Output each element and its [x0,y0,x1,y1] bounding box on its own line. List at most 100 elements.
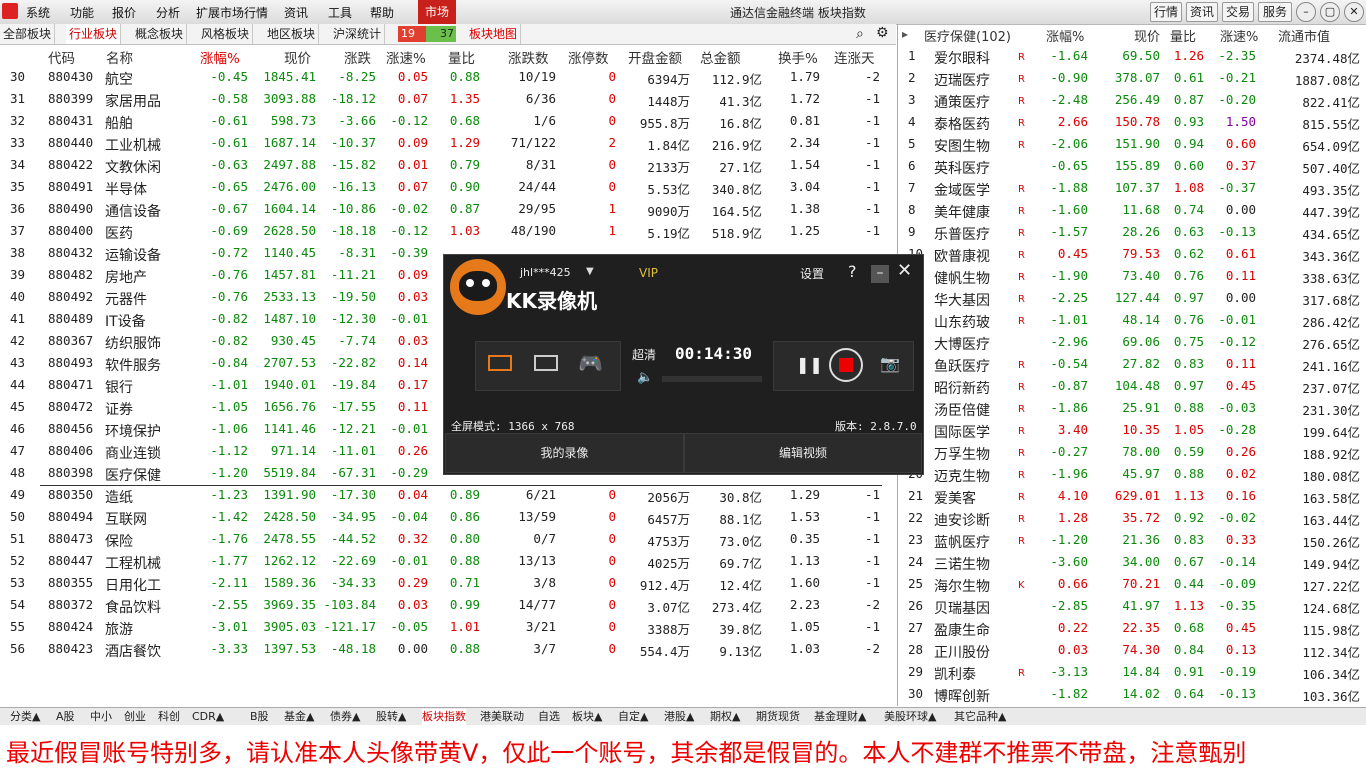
column-header[interactable]: 涨幅% [200,47,240,67]
bottom-tab[interactable]: 分类▲ [10,709,40,725]
stock-name[interactable]: 盈康生命 [934,620,990,640]
stock-name[interactable]: 昭衍新药 [934,378,990,398]
table-cell[interactable]: 保险 [105,531,133,551]
tab-shanghai-shenzhen-stats[interactable]: 沪深统计 [330,24,386,44]
table-cell[interactable]: 旅游 [105,619,133,639]
menu-market[interactable]: 市场 [418,0,456,24]
minimize-icon[interactable]: – [871,265,889,283]
table-cell[interactable]: 银行 [105,377,133,397]
table-cell[interactable]: 造纸 [105,487,133,507]
menu-function[interactable]: 功能 [70,4,94,21]
column-header[interactable]: 总金额 [700,47,741,67]
column-header[interactable]: 名称 [106,47,133,67]
table-cell[interactable]: 纺织服饰 [105,333,161,353]
bottom-tab[interactable]: 其它品种▲ [954,709,1006,725]
stock-name[interactable]: 山东药玻 [934,312,990,332]
column-header[interactable]: 现价 [1134,26,1160,45]
bottom-tab[interactable]: A股 [56,709,75,725]
table-cell[interactable]: 运输设备 [105,245,161,265]
tab-style-sectors[interactable]: 风格板块 [198,24,254,44]
bottom-tab[interactable]: 自定▲ [618,709,648,725]
quote-button[interactable]: 行情 [1150,2,1182,22]
close-icon[interactable]: ✕ [1344,2,1364,22]
chevron-down-icon[interactable]: ▼ [586,266,594,277]
volume-slider[interactable] [662,376,762,382]
table-cell[interactable]: 医疗保健 [105,465,161,485]
bottom-tab[interactable]: 基金理财▲ [814,709,866,725]
camera-icon[interactable]: 📷 [880,354,900,373]
bottom-tab[interactable]: 股转▲ [376,709,406,725]
stock-name[interactable]: 美年健康 [934,202,990,222]
recorder-username[interactable]: jhl***425 [520,266,571,279]
stock-name[interactable]: 博晖创新 [934,686,990,706]
tab-industry-sectors[interactable]: 行业板块 [66,24,122,44]
table-cell[interactable]: 日用化工 [105,575,161,595]
stock-name[interactable]: 国际医学 [934,422,990,442]
table-cell[interactable]: 航空 [105,69,133,89]
volume-icon[interactable]: 🔈 [637,370,653,385]
menu-news[interactable]: 资讯 [284,4,308,21]
table-cell[interactable]: 文教休闲 [105,157,161,177]
tab-sector-map[interactable]: 板块地图 [466,24,522,44]
stock-name[interactable]: 迈瑞医疗 [934,70,990,90]
game-mode-icon[interactable]: 🎮 [578,351,603,375]
bottom-tab[interactable]: B股 [250,709,269,725]
stock-name[interactable]: 通策医疗 [934,92,990,112]
table-cell[interactable]: 环境保护 [105,421,161,441]
menu-analysis[interactable]: 分析 [156,4,180,21]
column-header[interactable]: 涨幅% [1046,26,1084,45]
stock-name[interactable]: 泰格医药 [934,114,990,134]
edit-video-button[interactable]: 编辑视频 [684,433,922,473]
stock-name[interactable]: 鱼跃医疗 [934,356,990,376]
bottom-tab[interactable]: 板块指数 [422,709,466,725]
bottom-tab[interactable]: 期权▲ [710,709,740,725]
table-cell[interactable]: 家居用品 [105,91,161,111]
table-cell[interactable]: 证券 [105,399,133,419]
table-cell[interactable]: 船舶 [105,113,133,133]
menu-system[interactable]: 系统 [26,4,50,21]
table-cell[interactable]: 通信设备 [105,201,161,221]
column-header[interactable]: 涨停数 [568,47,609,67]
column-header[interactable]: 涨速% [1220,26,1258,45]
column-header[interactable]: 涨跌 [344,47,371,67]
bottom-tab[interactable]: 债券▲ [330,709,360,725]
fullscreen-mode-icon[interactable] [488,355,512,371]
bottom-tab[interactable]: 板块▲ [572,709,602,725]
table-cell[interactable]: 工业机械 [105,135,161,155]
stock-name[interactable]: 海尔生物 [934,576,990,596]
bottom-tab[interactable]: 港美联动 [480,709,524,725]
stock-name[interactable]: 安图生物 [934,136,990,156]
stock-name[interactable]: 迪安诊断 [934,510,990,530]
table-cell[interactable]: 软件服务 [105,355,161,375]
gear-icon[interactable]: ⚙ [876,25,889,41]
stock-name[interactable]: 爱尔眼科 [934,48,990,68]
pause-icon[interactable]: ❚❚ [796,355,823,374]
stock-name[interactable]: 汤臣倍健 [934,400,990,420]
bottom-tab[interactable]: 港股▲ [664,709,694,725]
menu-extended-market[interactable]: 扩展市场行情 [196,4,268,21]
news-button[interactable]: 资讯 [1186,2,1218,22]
trade-button[interactable]: 交易 [1222,2,1254,22]
stock-name[interactable]: 蓝帆医疗 [934,532,990,552]
quality-label[interactable]: 超清 [632,346,656,363]
menu-help[interactable]: 帮助 [370,4,394,21]
stock-name[interactable]: 三诺生物 [934,554,990,574]
bottom-tab[interactable]: CDR▲ [192,709,224,725]
bottom-tab[interactable]: 科创 [158,709,180,725]
settings-button[interactable]: 设置 [800,265,824,282]
table-cell[interactable]: 工程机械 [105,553,161,573]
service-button[interactable]: 服务 [1258,2,1292,22]
table-cell[interactable]: IT设备 [105,311,146,331]
close-icon[interactable]: ✕ [897,260,912,281]
table-cell[interactable]: 酒店餐饮 [105,641,161,661]
column-header[interactable]: 涨跌数 [508,47,549,67]
table-cell[interactable]: 元器件 [105,289,147,309]
bottom-tab[interactable]: 美股环球▲ [884,709,936,725]
stock-name[interactable]: 贝瑞基因 [934,598,990,618]
column-header[interactable]: 量比 [448,47,475,67]
restore-icon[interactable]: ▢ [1320,2,1340,22]
stock-name[interactable]: 健帆生物 [934,268,990,288]
stop-button[interactable] [829,348,863,382]
column-header[interactable]: 流通市值 [1278,26,1330,45]
stock-name[interactable]: 大博医疗 [934,334,990,354]
